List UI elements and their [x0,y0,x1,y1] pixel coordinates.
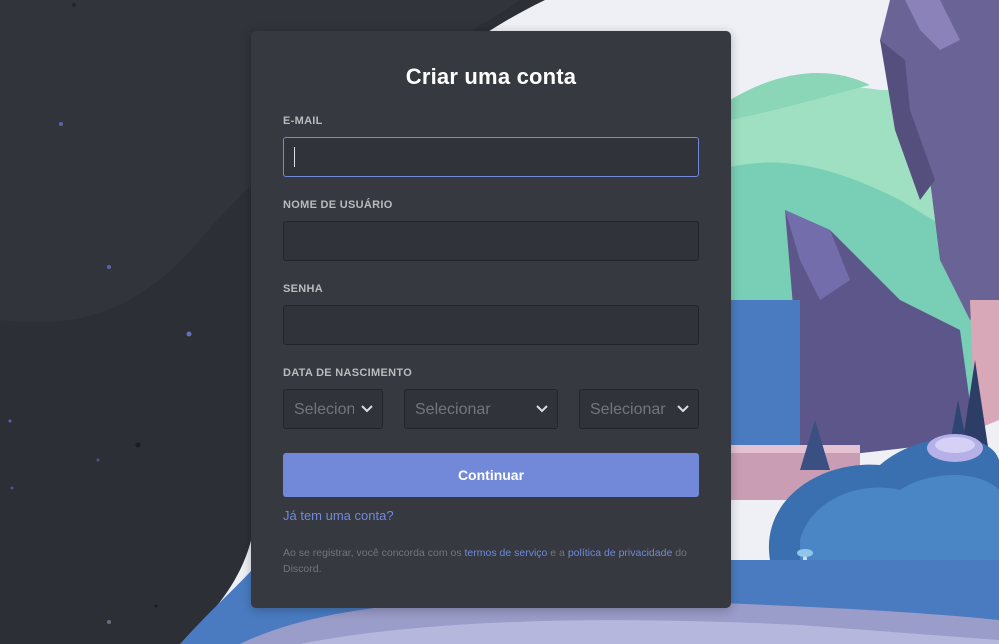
chevron-down-icon [360,403,374,415]
username-label: NOME DE USUÁRIO [283,199,393,211]
register-card: Criar uma conta E-MAIL NOME DE USUÁRIO S… [251,31,731,608]
month-select-chevron-area [529,390,557,428]
birthdate-label: DATA DE NASCIMENTO [283,367,413,379]
legal-text-1: Ao se registrar, você concorda com os [283,547,465,559]
email-label: E-MAIL [283,115,323,127]
login-link[interactable]: Já tem uma conta? [283,508,394,523]
continue-button[interactable]: Continuar [283,453,699,497]
username-field[interactable] [283,221,699,261]
day-select-chevron-area [354,390,382,428]
legal-text-2: e a [547,547,568,559]
text-caret [294,147,295,167]
year-select-value: Selecionar [590,401,666,418]
page-title: Criar uma conta [405,64,577,89]
year-select-chevron-area [670,390,698,428]
month-select-value: Selecionar [415,401,491,418]
terms-of-service-link[interactable]: termos de serviço [465,547,548,559]
privacy-policy-link[interactable]: política de privacidade [568,547,672,559]
legal-notice: Ao se registrar, você concorda com os te… [283,545,703,577]
register-page: Criar uma conta E-MAIL NOME DE USUÁRIO S… [0,0,999,644]
chevron-down-icon [535,403,549,415]
email-field[interactable] [283,137,699,177]
month-select[interactable]: Selecionar [404,389,558,429]
year-select[interactable]: Selecionar [579,389,699,429]
password-field[interactable] [283,305,699,345]
chevron-down-icon [676,403,690,415]
password-label: SENHA [283,283,324,295]
day-select[interactable]: Selecionar [283,389,383,429]
